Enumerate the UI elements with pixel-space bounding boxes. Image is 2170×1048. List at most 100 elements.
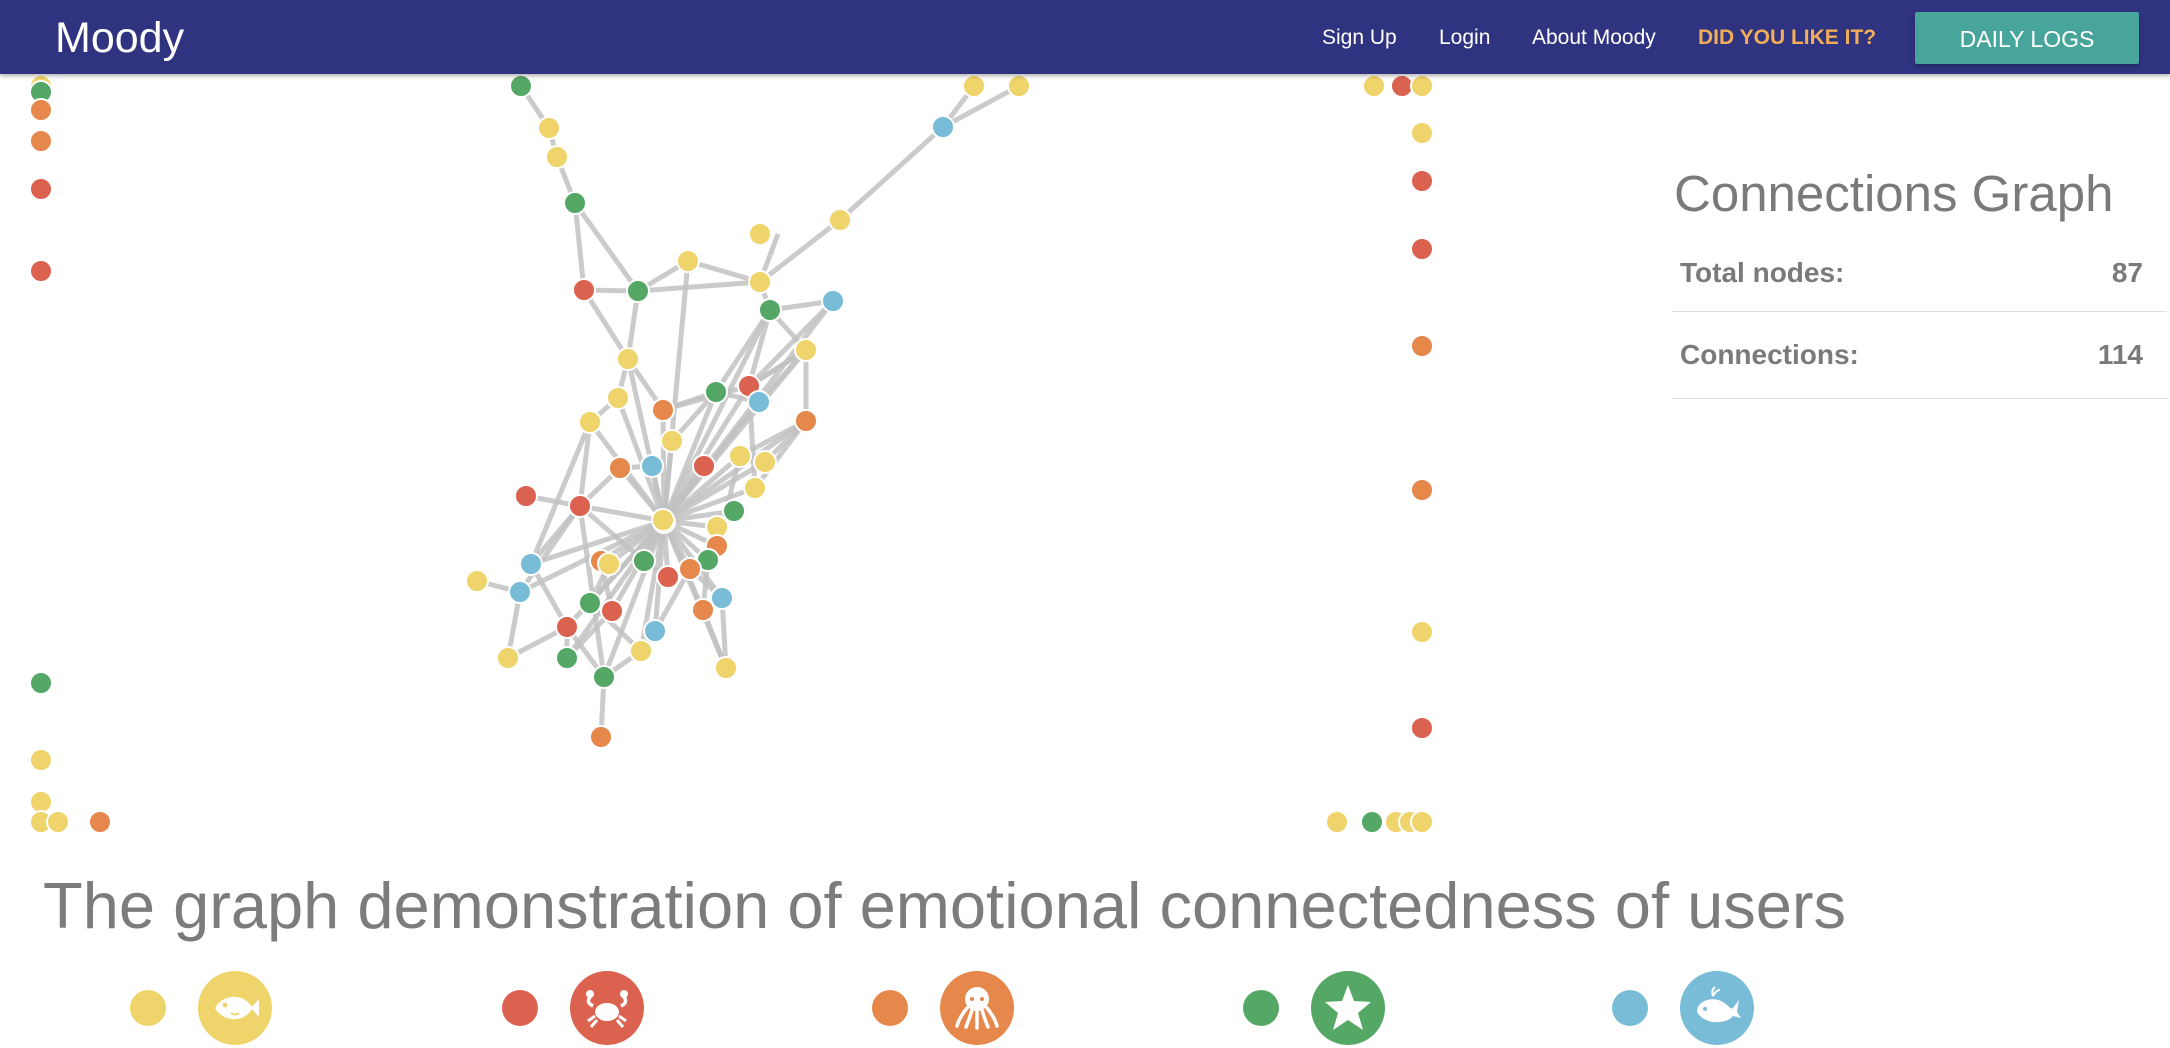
graph-node-yellow[interactable] xyxy=(545,145,569,169)
graph-node-orange[interactable] xyxy=(651,398,675,422)
graph-node-yellow[interactable] xyxy=(1410,620,1434,644)
graph-node-yellow[interactable] xyxy=(828,208,852,232)
total-nodes-value: 87 xyxy=(2111,257,2143,288)
graph-node-red[interactable] xyxy=(1410,716,1434,740)
graph-node-red[interactable] xyxy=(692,454,716,478)
graph-node-orange[interactable] xyxy=(88,810,112,834)
fish-icon xyxy=(198,971,272,1045)
nav-about[interactable]: About Moody xyxy=(1532,25,1656,51)
graph-node-blue[interactable] xyxy=(821,289,845,313)
graph-node-green[interactable] xyxy=(509,74,533,98)
legend-dot-yellow xyxy=(130,990,166,1026)
graph-nodes xyxy=(29,74,1434,834)
graph-node-yellow[interactable] xyxy=(676,249,700,273)
graph-node-green[interactable] xyxy=(758,298,782,322)
nav-feedback[interactable]: DID YOU LIKE IT? xyxy=(1698,25,1876,51)
graph-node-orange[interactable] xyxy=(29,98,53,122)
graph-node-green[interactable] xyxy=(555,646,579,670)
graph-node-yellow[interactable] xyxy=(465,569,489,593)
graph-node-red[interactable] xyxy=(1390,74,1414,98)
graph-node-red[interactable] xyxy=(600,599,624,623)
graph-node-yellow[interactable] xyxy=(660,429,684,453)
graph-node-blue[interactable] xyxy=(640,454,664,478)
graph-node-yellow[interactable] xyxy=(962,74,986,98)
connections-graph-canvas[interactable] xyxy=(0,74,1460,854)
graph-node-yellow[interactable] xyxy=(748,222,772,246)
graph-node-blue[interactable] xyxy=(931,115,955,139)
graph-node-green[interactable] xyxy=(722,499,746,523)
graph-node-red[interactable] xyxy=(568,494,592,518)
graph-node-orange[interactable] xyxy=(589,725,613,749)
graph-node-blue[interactable] xyxy=(519,552,543,576)
graph-node-orange[interactable] xyxy=(1410,334,1434,358)
total-nodes-row: Total nodes: 87 xyxy=(1672,235,2167,312)
graph-node-green[interactable] xyxy=(592,665,616,689)
graph-node-yellow[interactable] xyxy=(1007,74,1031,98)
legend-dot-orange xyxy=(872,990,908,1026)
navbar: Moody Sign Up Login About Moody DID YOU … xyxy=(0,0,2170,74)
graph-node-yellow[interactable] xyxy=(1410,810,1434,834)
graph-edge xyxy=(637,279,761,294)
graph-node-yellow[interactable] xyxy=(1410,74,1434,98)
graph-node-orange[interactable] xyxy=(794,409,818,433)
graph-node-yellow[interactable] xyxy=(728,444,752,468)
graph-caption: The graph demonstration of emotional con… xyxy=(43,869,1847,942)
whale-icon xyxy=(1680,971,1754,1045)
graph-node-yellow[interactable] xyxy=(29,790,53,814)
graph-node-yellow[interactable] xyxy=(714,656,738,680)
graph-node-red[interactable] xyxy=(29,259,53,283)
graph-node-yellow[interactable] xyxy=(616,347,640,371)
graph-node-blue[interactable] xyxy=(710,586,734,610)
graph-node-blue[interactable] xyxy=(643,619,667,643)
graph-node-yellow[interactable] xyxy=(1362,74,1386,98)
graph-node-green[interactable] xyxy=(1360,810,1384,834)
graph-node-green[interactable] xyxy=(578,591,602,615)
graph-node-yellow[interactable] xyxy=(743,476,767,500)
graph-node-blue[interactable] xyxy=(747,390,771,414)
graph-node-yellow[interactable] xyxy=(794,338,818,362)
graph-node-yellow[interactable] xyxy=(29,748,53,772)
graph-node-yellow[interactable] xyxy=(606,386,630,410)
graph-node-red[interactable] xyxy=(29,177,53,201)
graph-node-green[interactable] xyxy=(626,279,650,303)
graph-node-orange[interactable] xyxy=(1410,478,1434,502)
graph-node-green[interactable] xyxy=(632,549,656,573)
graph-node-red[interactable] xyxy=(1410,169,1434,193)
legend-dot-green xyxy=(1243,990,1279,1026)
connections-row: Connections: 114 xyxy=(1672,312,2167,399)
graph-node-red[interactable] xyxy=(555,615,579,639)
stats-panel: Connections Graph Total nodes: 87 Connec… xyxy=(1672,165,2167,399)
nav-sign-up[interactable]: Sign Up xyxy=(1322,25,1397,51)
graph-node-orange[interactable] xyxy=(608,456,632,480)
graph-node-green[interactable] xyxy=(704,380,728,404)
crab-icon xyxy=(570,971,644,1045)
graph-node-red[interactable] xyxy=(656,565,680,589)
graph-node-yellow[interactable] xyxy=(1325,810,1349,834)
daily-logs-button[interactable]: DAILY LOGS xyxy=(1915,12,2139,64)
graph-node-yellow[interactable] xyxy=(629,639,653,663)
graph-node-yellow[interactable] xyxy=(578,410,602,434)
graph-node-red[interactable] xyxy=(572,278,596,302)
graph-node-orange[interactable] xyxy=(678,557,702,581)
graph-node-yellow[interactable] xyxy=(1410,121,1434,145)
graph-node-green[interactable] xyxy=(29,671,53,695)
nav-login[interactable]: Login xyxy=(1439,25,1490,51)
brand-logo[interactable]: Moody xyxy=(55,14,184,62)
panel-title: Connections Graph xyxy=(1674,165,2114,222)
graph-node-green[interactable] xyxy=(563,191,587,215)
graph-node-orange[interactable] xyxy=(29,129,53,153)
graph-node-orange[interactable] xyxy=(691,598,715,622)
graph-node-yellow[interactable] xyxy=(748,270,772,294)
octopus-icon xyxy=(940,971,1014,1045)
graph-node-red[interactable] xyxy=(1410,237,1434,261)
graph-node-yellow[interactable] xyxy=(753,450,777,474)
connections-label: Connections: xyxy=(1680,339,1859,370)
graph-edge xyxy=(581,288,631,361)
graph-node-yellow[interactable] xyxy=(46,810,70,834)
graph-node-yellow[interactable] xyxy=(651,508,675,532)
graph-node-blue[interactable] xyxy=(508,580,532,604)
graph-node-yellow[interactable] xyxy=(537,116,561,140)
graph-node-yellow[interactable] xyxy=(496,646,520,670)
graph-node-yellow[interactable] xyxy=(597,552,621,576)
graph-node-red[interactable] xyxy=(514,484,538,508)
